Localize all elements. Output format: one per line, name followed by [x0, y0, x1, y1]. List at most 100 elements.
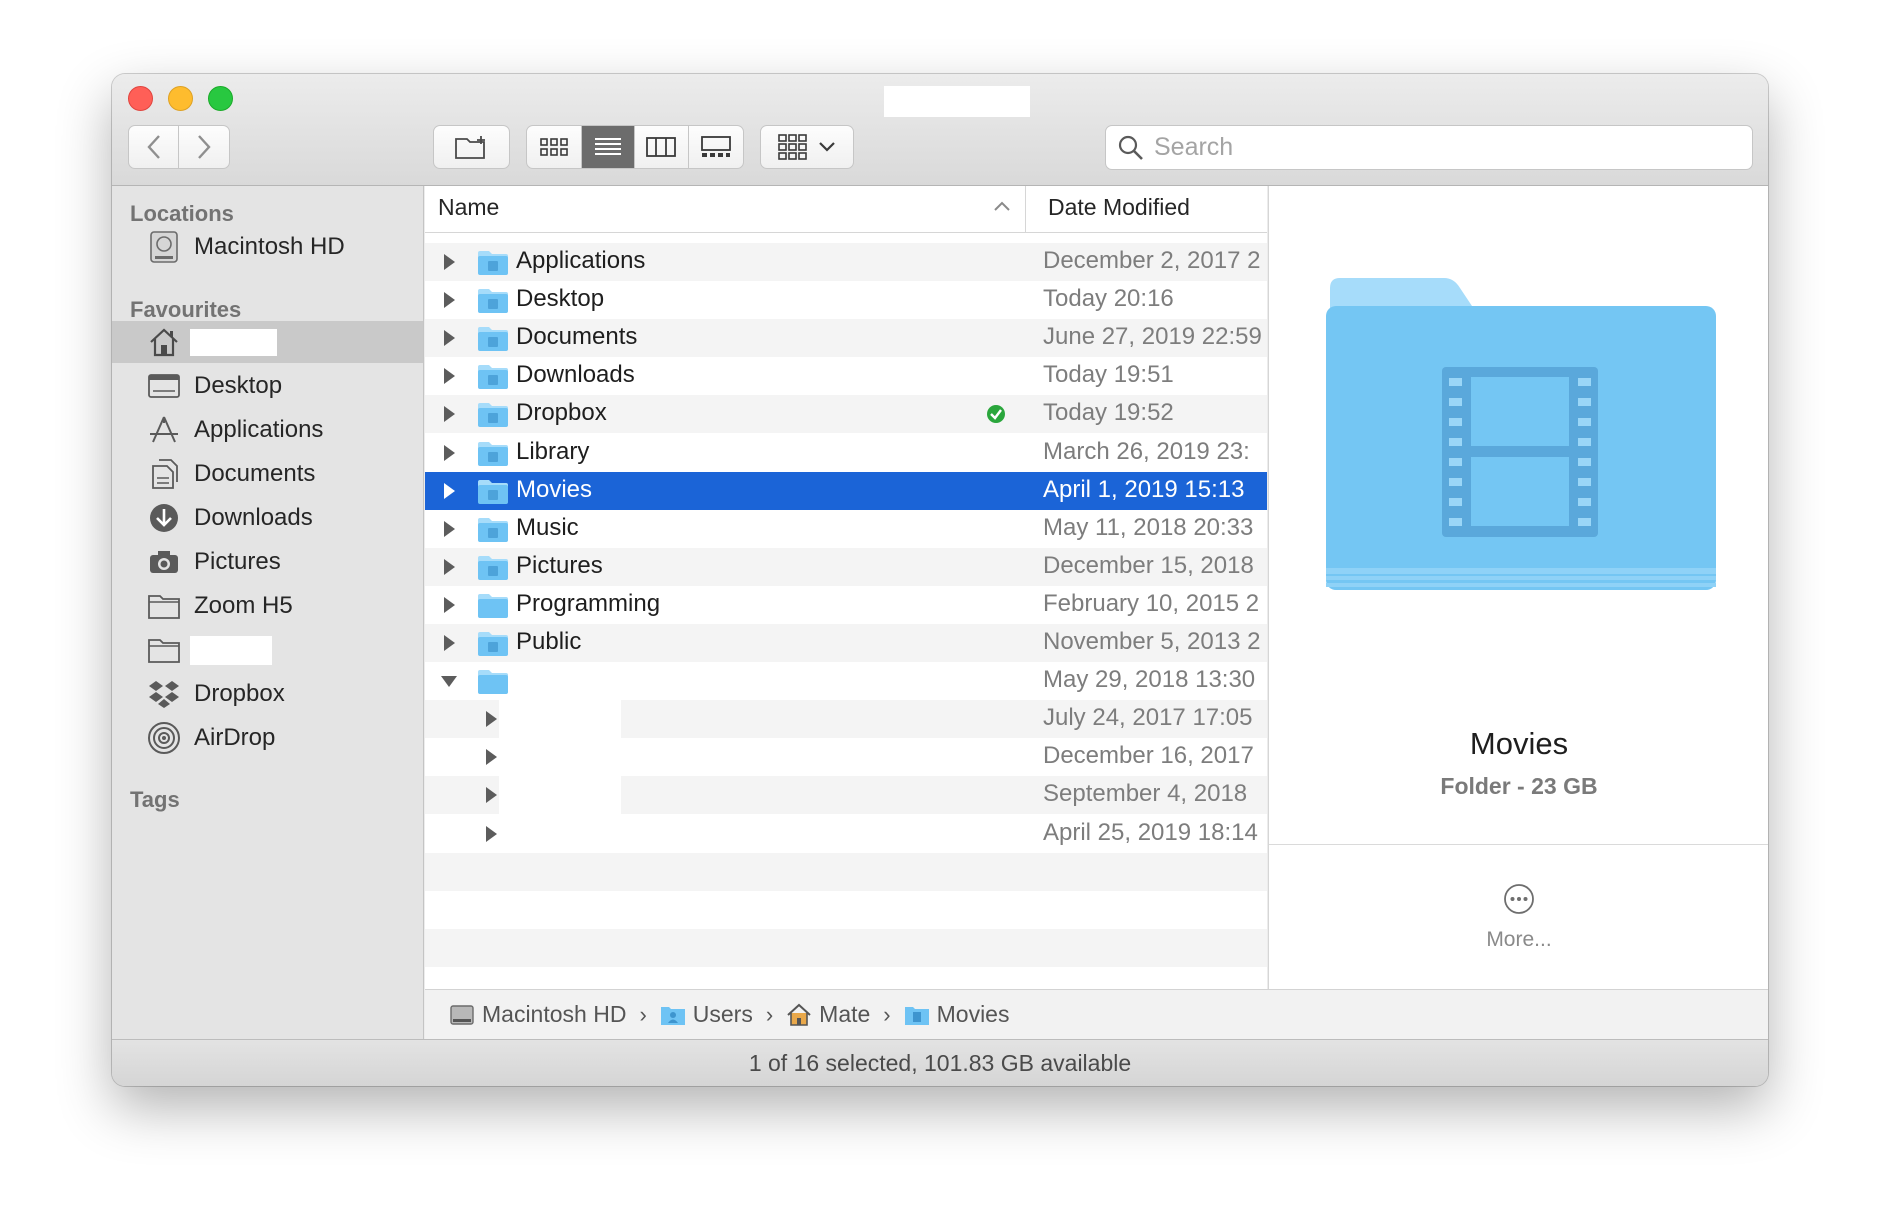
path-crumb-users[interactable]: Users: [660, 1001, 753, 1028]
sidebar-item-downloads[interactable]: Downloads: [112, 497, 423, 539]
downloads-icon: [146, 500, 182, 536]
home-icon: [146, 324, 182, 360]
disclosure-right-icon[interactable]: [439, 595, 459, 620]
column-view-button[interactable]: [635, 126, 689, 168]
table-row[interactable]: Movies April 1, 2019 15:13: [425, 471, 1267, 510]
movies-folder-icon: [904, 1004, 930, 1026]
table-row[interactable]: Dropbox Today 19:52: [425, 395, 1267, 434]
table-row[interactable]: Programming February 10, 2015 2: [425, 586, 1267, 624]
sidebar-item-label: Downloads: [194, 504, 313, 531]
disclosure-right-icon[interactable]: [439, 481, 459, 506]
table-row[interactable]: Public November 5, 2013 2: [425, 624, 1267, 662]
sidebar-item-home[interactable]: [112, 321, 423, 363]
icon-grid-icon: [539, 138, 568, 156]
disclosure-right-icon[interactable]: [439, 366, 459, 391]
disclosure-right-icon[interactable]: [481, 785, 501, 810]
table-row[interactable]: Applications December 2, 2017 2: [425, 243, 1267, 281]
icon-view-button[interactable]: [527, 126, 582, 168]
search-field[interactable]: Search: [1105, 125, 1753, 170]
camera-icon: [146, 544, 182, 580]
sidebar-item-airdrop[interactable]: AirDrop: [112, 717, 423, 759]
sidebar-item-macintosh-hd[interactable]: Macintosh HD: [112, 226, 423, 268]
more-button[interactable]: More...: [1269, 928, 1768, 952]
disclosure-right-icon[interactable]: [439, 519, 459, 544]
forward-button[interactable]: [179, 126, 229, 168]
disclosure-right-icon[interactable]: [439, 404, 459, 429]
dropbox-icon: [146, 676, 182, 712]
file-name: Pictures: [516, 551, 603, 579]
search-icon: [1118, 135, 1143, 160]
more-icon[interactable]: [1503, 883, 1535, 915]
table-row[interactable]: Pictures December 15, 2018: [425, 547, 1267, 586]
pictures-folder-icon: [477, 555, 509, 586]
disclosure-right-icon[interactable]: [439, 328, 459, 353]
file-date: December 2, 2017 2: [1043, 247, 1261, 274]
group-by-button[interactable]: [760, 125, 854, 169]
file-date: December 15, 2018: [1043, 551, 1254, 579]
path-separator-icon: ›: [639, 1001, 647, 1027]
sidebar-item-desktop[interactable]: Desktop: [112, 365, 423, 407]
new-folder-button[interactable]: [433, 125, 510, 169]
sidebar-item-label: Pictures: [194, 548, 281, 575]
table-row[interactable]: Library March 26, 2019 23:: [425, 434, 1267, 472]
table-row[interactable]: Downloads Today 19:51: [425, 357, 1267, 395]
sidebar-item-documents[interactable]: Documents: [112, 453, 423, 495]
minimize-window-button[interactable]: [168, 86, 193, 111]
columns-icon: [646, 137, 677, 157]
sidebar-item-applications[interactable]: Applications: [112, 409, 423, 451]
gallery-view-button[interactable]: [689, 126, 743, 168]
disclosure-right-icon[interactable]: [439, 252, 459, 277]
zoom-window-button[interactable]: [208, 86, 233, 111]
preview-info: Folder - 23 GB: [1440, 773, 1598, 799]
list-view-button[interactable]: [581, 126, 635, 168]
disclosure-down-icon[interactable]: [439, 671, 459, 696]
finder-window: Search Locations Macintosh HD Favourites…: [112, 74, 1768, 1086]
disclosure-right-icon[interactable]: [439, 443, 459, 468]
path-crumb-mate[interactable]: Mate: [786, 1001, 870, 1028]
preview-pane: Movies Folder - 23 GB More...: [1268, 186, 1768, 989]
sidebar-item-dropbox[interactable]: Dropbox: [112, 673, 423, 715]
empty-row: [425, 928, 1267, 967]
sidebar-item-pictures[interactable]: Pictures: [112, 541, 423, 583]
applications-folder-icon: [477, 250, 509, 281]
file-date: Today 20:16: [1043, 285, 1174, 313]
back-button[interactable]: [129, 126, 180, 168]
desktop-folder-icon: [477, 288, 509, 319]
table-row[interactable]: May 29, 2018 13:30: [425, 662, 1267, 700]
table-row[interactable]: Desktop Today 20:16: [425, 281, 1267, 319]
window-title: [884, 86, 1030, 117]
sidebar-item-folder[interactable]: [112, 629, 423, 671]
locations-header: Locations: [130, 201, 234, 226]
music-folder-icon: [477, 517, 509, 548]
disclosure-right-icon[interactable]: [439, 290, 459, 315]
folder-icon: [146, 588, 182, 624]
column-date-header[interactable]: Date Modified: [1048, 194, 1190, 221]
sidebar-item-label: [190, 328, 277, 356]
disclosure-right-icon[interactable]: [481, 709, 501, 734]
dropbox-folder-icon: [477, 402, 509, 433]
path-crumb-macintosh-hd[interactable]: Macintosh HD: [449, 1001, 626, 1028]
documents-folder-icon: [477, 326, 509, 357]
file-name: Music: [516, 513, 579, 541]
disclosure-right-icon[interactable]: [481, 824, 501, 849]
file-name: Applications: [516, 247, 646, 274]
new-folder-icon: [454, 136, 485, 159]
disclosure-right-icon[interactable]: [439, 557, 459, 582]
file-list: Name Date Modified Applications December …: [425, 186, 1267, 989]
chevron-down-icon: [819, 142, 835, 152]
column-name-header[interactable]: Name: [438, 194, 499, 221]
sync-check-icon: [986, 404, 1006, 429]
close-window-button[interactable]: [128, 86, 153, 111]
column-header: Name Date Modified: [425, 186, 1267, 233]
table-row[interactable]: Music May 11, 2018 20:33: [425, 510, 1267, 548]
disclosure-right-icon[interactable]: [439, 633, 459, 658]
path-crumb-label: Macintosh HD: [482, 1001, 627, 1027]
gallery-icon: [700, 136, 731, 157]
path-crumb-movies[interactable]: Movies: [904, 1001, 1009, 1028]
redacted-names: [499, 700, 621, 853]
file-date: November 5, 2013 2: [1043, 628, 1261, 655]
sidebar-item-zoom-h5[interactable]: Zoom H5: [112, 585, 423, 627]
table-row[interactable]: Documents June 27, 2019 22:59: [425, 319, 1267, 358]
sort-ascending-icon: [994, 201, 1010, 211]
disclosure-right-icon[interactable]: [481, 747, 501, 772]
